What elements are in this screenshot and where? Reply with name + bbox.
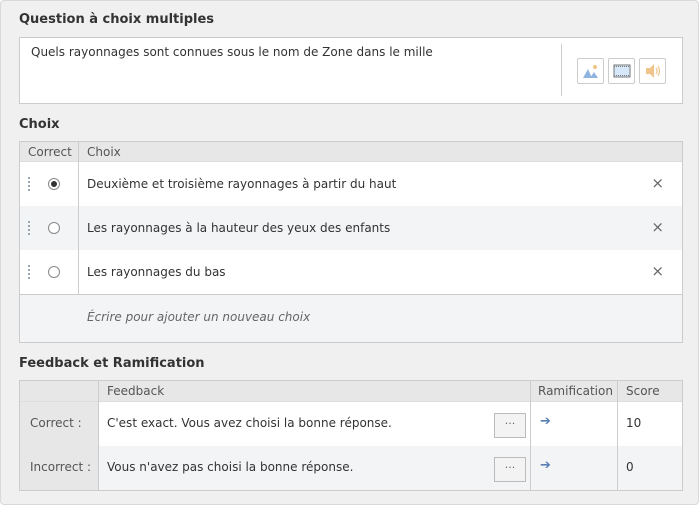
feedback-label: Incorrect :: [20, 446, 98, 490]
image-icon: [582, 65, 598, 78]
audio-icon: [645, 64, 660, 78]
row-divider: [20, 294, 682, 295]
insert-audio-button[interactable]: [639, 58, 666, 84]
choice-row: Les rayonnages du bas ×: [20, 250, 682, 294]
video-icon: [613, 64, 630, 78]
score-value[interactable]: 10: [626, 416, 641, 430]
question-section-title: Question à choix multiples: [19, 12, 215, 27]
new-choice-input[interactable]: Écrire pour ajouter un nouveau choix: [87, 310, 310, 324]
column-divider: [78, 142, 79, 294]
header-branching: Ramification: [538, 384, 613, 398]
choice-row: Deuxième et troisième rayonnages à parti…: [20, 162, 682, 206]
choice-text[interactable]: Deuxième et troisième rayonnages à parti…: [87, 177, 396, 191]
correct-radio[interactable]: [48, 178, 60, 190]
header-choice: Choix: [87, 145, 121, 159]
feedback-header: Feedback Ramification Score: [20, 381, 682, 402]
correct-radio[interactable]: [48, 266, 60, 278]
delete-choice-icon[interactable]: ×: [651, 218, 664, 236]
question-editor-panel: Question à choix multiples Quels rayonna…: [0, 0, 699, 505]
branching-arrow-icon[interactable]: ➔: [540, 414, 551, 429]
correct-radio[interactable]: [48, 222, 60, 234]
feedback-label: Correct :: [20, 402, 98, 446]
branching-arrow-icon[interactable]: ➔: [540, 458, 551, 473]
drag-handle-icon[interactable]: [28, 177, 30, 191]
feedback-row-correct: Correct : C'est exact. Vous avez choisi …: [20, 402, 682, 446]
delete-choice-icon[interactable]: ×: [651, 174, 664, 192]
feedback-text[interactable]: C'est exact. Vous avez choisi la bonne r…: [107, 416, 392, 430]
feedback-text[interactable]: Vous n'avez pas choisi la bonne réponse.: [107, 460, 353, 474]
header-feedback: Feedback: [107, 384, 165, 398]
choice-text[interactable]: Les rayonnages du bas: [87, 265, 226, 279]
header-correct: Correct: [28, 145, 72, 159]
question-input[interactable]: Quels rayonnages sont connues sous le no…: [19, 37, 683, 104]
question-text[interactable]: Quels rayonnages sont connues sous le no…: [31, 45, 433, 59]
insert-image-button[interactable]: [577, 58, 604, 84]
choices-table: Correct Choix Deuxième et troisième rayo…: [19, 141, 683, 343]
drag-handle-icon[interactable]: [28, 221, 30, 235]
choice-text[interactable]: Les rayonnages à la hauteur des yeux des…: [87, 221, 390, 235]
choices-section-title: Choix: [19, 117, 60, 132]
more-options-button[interactable]: ···: [494, 457, 526, 482]
media-divider: [561, 44, 562, 96]
insert-video-button[interactable]: [608, 58, 635, 84]
header-score: Score: [626, 384, 660, 398]
more-options-button[interactable]: ···: [494, 413, 526, 438]
column-divider: [98, 381, 99, 490]
delete-choice-icon[interactable]: ×: [651, 262, 664, 280]
feedback-section-title: Feedback et Ramification: [19, 356, 205, 371]
column-divider: [530, 381, 531, 490]
drag-handle-icon[interactable]: [28, 265, 30, 279]
feedback-row-incorrect: Incorrect : Vous n'avez pas choisi la bo…: [20, 446, 682, 490]
choice-row: Les rayonnages à la hauteur des yeux des…: [20, 206, 682, 250]
score-value[interactable]: 0: [626, 460, 634, 474]
column-divider: [617, 381, 618, 490]
feedback-table: Feedback Ramification Score Correct : C'…: [19, 380, 683, 491]
choices-header: Correct Choix: [20, 142, 682, 162]
